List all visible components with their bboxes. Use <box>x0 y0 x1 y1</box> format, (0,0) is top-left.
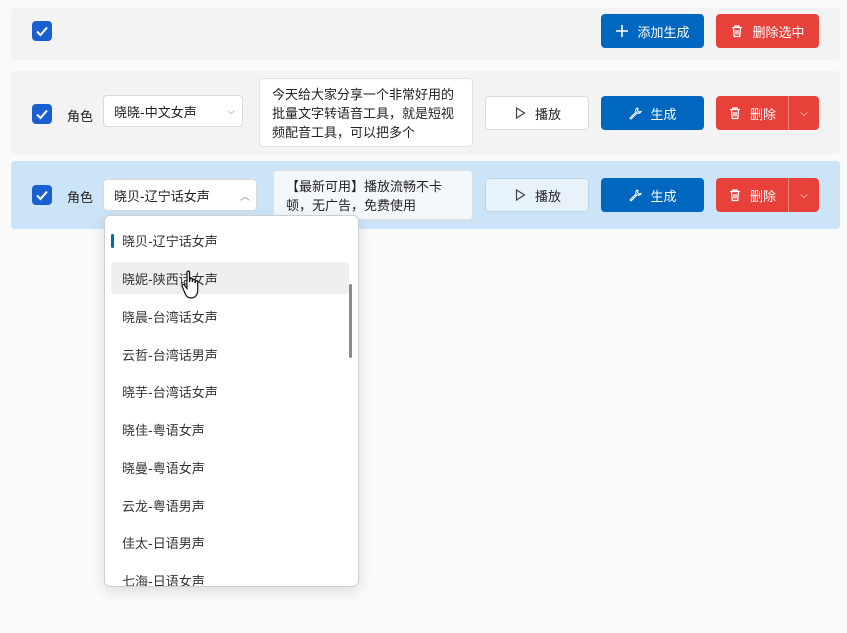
selected-indicator <box>111 234 114 248</box>
generate-label: 生成 <box>650 107 677 123</box>
trash-icon <box>730 107 740 120</box>
dropdown-option[interactable]: 晓曼-粤语女声 <box>111 451 349 483</box>
select-all-checkbox[interactable] <box>32 21 52 41</box>
check-icon <box>36 109 48 120</box>
text-input[interactable]: 今天给大家分享一个非常好用的批量文字转语音工具，就是短视频配音工具，可以把多个 <box>259 78 473 147</box>
generate-button[interactable]: 生成 <box>601 178 704 212</box>
chevron-up-icon: ︿ <box>240 191 250 203</box>
plus-icon <box>616 25 629 37</box>
delete-label: 删除 <box>750 189 777 205</box>
play-button[interactable]: 播放 <box>485 178 589 212</box>
delete-selected-label: 删除选中 <box>752 25 805 41</box>
dropdown-option[interactable]: 晓贝-辽宁话女声 <box>111 224 349 256</box>
row-checkbox[interactable] <box>32 185 52 205</box>
toolbar-row: 添加生成 删除选中 <box>11 8 840 60</box>
role-label: 角色 <box>67 110 94 125</box>
play-icon <box>515 188 526 202</box>
play-label: 播放 <box>534 189 561 205</box>
chevron-down-icon[interactable]: ⌵ <box>788 178 819 212</box>
hand-cursor-icon <box>181 270 199 299</box>
check-icon <box>36 26 48 37</box>
voice-select-value: 晓贝-辽宁话女声 <box>114 189 210 205</box>
dropdown-option[interactable]: 七海-日语女声 <box>111 564 349 587</box>
delete-label: 删除 <box>750 107 777 123</box>
play-button[interactable]: 播放 <box>485 96 589 130</box>
voice-row: 角色 晓晓-中文女声 ⌵ 今天给大家分享一个非常好用的批量文字转语音工具，就是短… <box>11 71 840 154</box>
dropdown-option[interactable]: 佳太-日语男声 <box>111 526 349 558</box>
trash-icon <box>730 189 740 202</box>
wrench-icon <box>629 189 643 202</box>
dropdown-option[interactable]: 晓佳-粤语女声 <box>111 413 349 445</box>
check-icon <box>36 190 48 201</box>
play-label: 播放 <box>534 107 561 123</box>
dropdown-option[interactable]: 晓芋-台湾话女声 <box>111 375 349 407</box>
add-generate-label: 添加生成 <box>637 25 690 41</box>
chevron-down-icon: ⌵ <box>227 105 235 117</box>
delete-button[interactable]: 删除 ⌵ <box>716 96 819 130</box>
dropdown-option[interactable]: 晓晨-台湾话女声 <box>111 300 349 332</box>
add-generate-button[interactable]: 添加生成 <box>601 14 704 48</box>
delete-button[interactable]: 删除 ⌵ <box>716 178 819 212</box>
voice-dropdown-list: 晓贝-辽宁话女声 晓妮-陕西话女声 晓晨-台湾话女声 云哲-台湾话男声 晓芋-台… <box>104 215 359 587</box>
trash-icon <box>732 25 743 38</box>
dropdown-scrollbar[interactable] <box>349 284 352 358</box>
generate-label: 生成 <box>650 189 677 205</box>
role-label: 角色 <box>67 191 94 206</box>
dropdown-option[interactable]: 云哲-台湾话男声 <box>111 338 349 370</box>
dropdown-option[interactable]: 云龙-粤语男声 <box>111 489 349 521</box>
voice-select[interactable]: 晓晓-中文女声 ⌵ <box>103 95 243 127</box>
text-input[interactable]: 【最新可用】播放流畅不卡顿，无广告，免费使用 <box>273 170 473 220</box>
play-icon <box>515 106 526 120</box>
row-checkbox[interactable] <box>32 104 52 124</box>
delete-selected-button[interactable]: 删除选中 <box>716 14 819 48</box>
chevron-down-icon[interactable]: ⌵ <box>788 96 819 130</box>
wrench-icon <box>629 107 643 120</box>
voice-select[interactable]: 晓贝-辽宁话女声 ︿ <box>103 179 257 211</box>
dropdown-option[interactable]: 晓妮-陕西话女声 <box>111 262 349 294</box>
voice-select-value: 晓晓-中文女声 <box>114 105 197 121</box>
generate-button[interactable]: 生成 <box>601 96 704 130</box>
